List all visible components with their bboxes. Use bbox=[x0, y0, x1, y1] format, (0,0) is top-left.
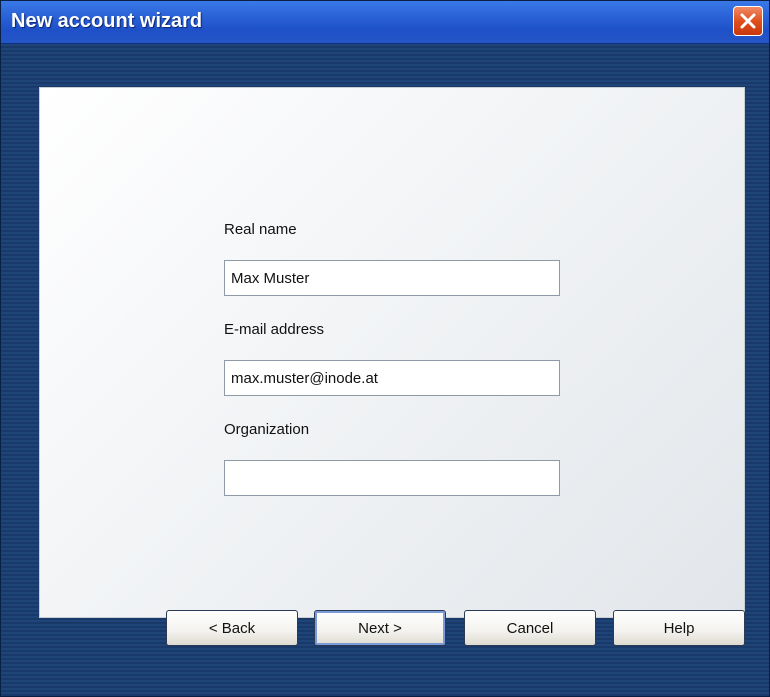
organization-field[interactable] bbox=[224, 460, 560, 496]
close-icon bbox=[739, 12, 757, 30]
wizard-body: Real name E-mail address Organization < … bbox=[1, 44, 769, 696]
back-button[interactable]: < Back bbox=[166, 610, 298, 646]
email-field[interactable] bbox=[224, 360, 560, 396]
email-label: E-mail address bbox=[224, 321, 325, 338]
wizard-window: New account wizard Real name E-mail addr… bbox=[0, 0, 770, 697]
real-name-label: Real name bbox=[224, 221, 297, 238]
wizard-page: Real name E-mail address Organization bbox=[39, 87, 745, 618]
title-bar[interactable]: New account wizard bbox=[1, 1, 769, 44]
cancel-button[interactable]: Cancel bbox=[464, 610, 596, 646]
next-button[interactable]: Next > bbox=[314, 610, 446, 646]
real-name-field[interactable] bbox=[224, 260, 560, 296]
help-button[interactable]: Help bbox=[613, 610, 745, 646]
window-title: New account wizard bbox=[11, 10, 203, 32]
close-button[interactable] bbox=[733, 6, 763, 36]
organization-label: Organization bbox=[224, 421, 310, 438]
